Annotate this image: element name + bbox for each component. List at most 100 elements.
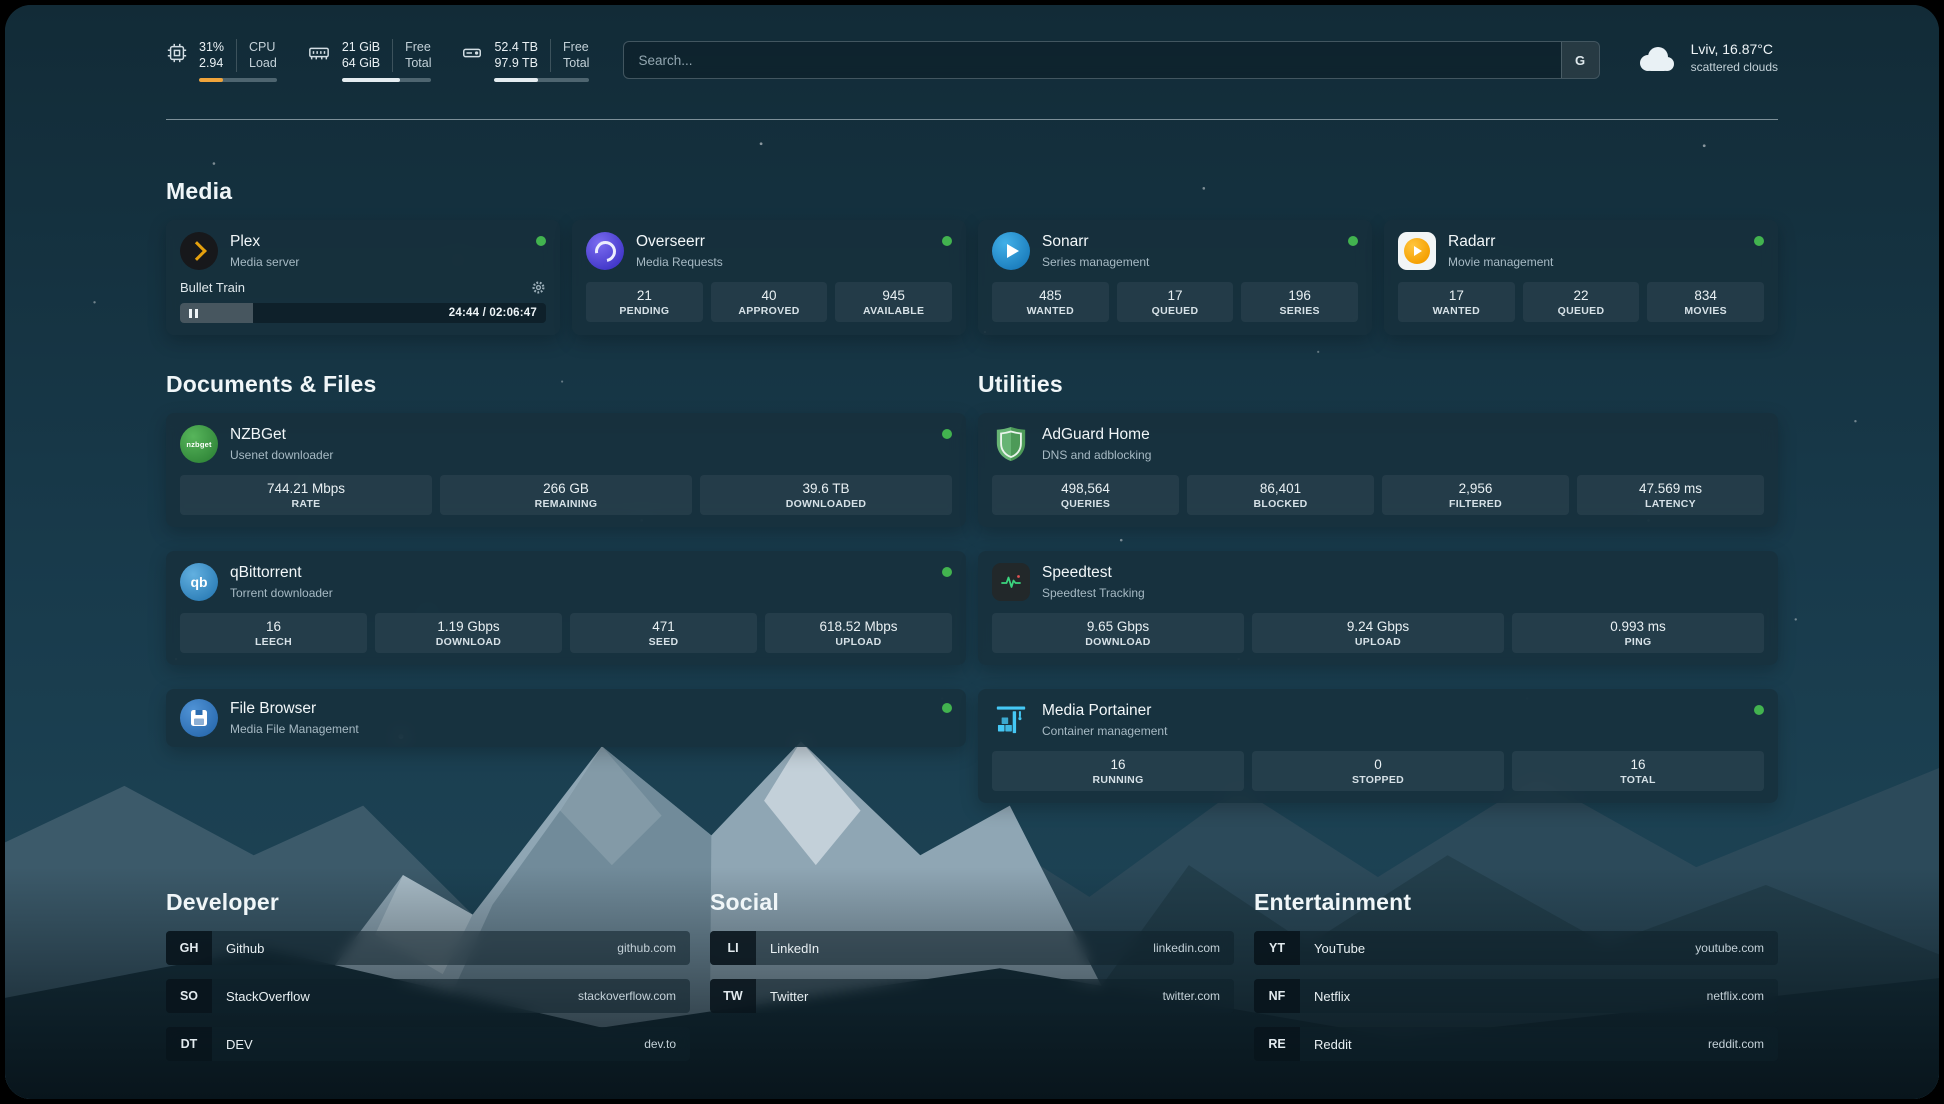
app-subtitle-speedtest: Speedtest Tracking xyxy=(1042,586,1764,600)
status-dot-filebrowser xyxy=(942,703,952,713)
stat-value: 0.993 ms xyxy=(1516,619,1760,634)
status-dot-portainer xyxy=(1754,705,1764,715)
cpu-icon xyxy=(166,42,188,64)
ram-label-top: Free xyxy=(405,39,431,55)
bookmark-group-developer: Developer GH Github github.com SO StackO… xyxy=(166,889,690,1075)
stat-value: 22 xyxy=(1527,288,1636,303)
stat-value: 945 xyxy=(839,288,948,303)
stat-leech: 16 LEECH xyxy=(180,613,367,653)
weather-location-temp: Lviv, 16.87°C xyxy=(1691,41,1778,57)
overseerr-icon xyxy=(586,232,624,270)
bookmark-url: netflix.com xyxy=(1707,989,1764,1003)
app-card-sonarr[interactable]: Sonarr Series management 485 WANTED 17 Q… xyxy=(978,220,1372,335)
bookmark-stackoverflow[interactable]: SO StackOverflow stackoverflow.com xyxy=(166,979,690,1013)
status-dot-qbittorrent xyxy=(942,567,952,577)
app-subtitle-radarr: Movie management xyxy=(1448,255,1742,269)
bookmark-dev[interactable]: DT DEV dev.to xyxy=(166,1027,690,1061)
linkedin-icon: LI xyxy=(710,931,756,965)
filebrowser-icon xyxy=(180,699,218,737)
app-card-speedtest[interactable]: Speedtest Speedtest Tracking 9.65 Gbps D… xyxy=(978,551,1778,665)
stat-value: 47.569 ms xyxy=(1581,481,1760,496)
stat-label: PING xyxy=(1516,636,1760,648)
status-dot-plex xyxy=(536,236,546,246)
ram-icon xyxy=(307,42,331,64)
app-name-radarr: Radarr xyxy=(1448,233,1742,252)
cpu-usage-bar xyxy=(199,78,277,82)
stat-ping: 0.993 ms PING xyxy=(1512,613,1764,653)
stat-label: QUERIES xyxy=(996,498,1175,510)
app-card-portainer[interactable]: Media Portainer Container management 16 … xyxy=(978,689,1778,803)
stat-queued: 17 QUEUED xyxy=(1117,282,1234,322)
app-card-radarr[interactable]: Radarr Movie management 17 WANTED 22 QUE… xyxy=(1384,220,1778,335)
stat-blocked: 86,401 BLOCKED xyxy=(1187,475,1374,515)
app-name-speedtest: Speedtest xyxy=(1042,564,1764,583)
stat-value: 9.65 Gbps xyxy=(996,619,1240,634)
search-bar: G xyxy=(623,41,1599,79)
stat-wanted: 17 WANTED xyxy=(1398,282,1515,322)
bookmark-group-social: Social LI LinkedIn linkedin.com TW Twitt… xyxy=(710,889,1234,1075)
bookmark-linkedin[interactable]: LI LinkedIn linkedin.com xyxy=(710,931,1234,965)
gear-icon[interactable] xyxy=(531,280,546,295)
netflix-icon: NF xyxy=(1254,979,1300,1013)
stat-label: UPLOAD xyxy=(769,636,948,648)
stat-downloaded: 39.6 TB DOWNLOADED xyxy=(700,475,952,515)
stat-label: WANTED xyxy=(996,305,1105,317)
stat-value: 17 xyxy=(1121,288,1230,303)
plex-progress-bar: 24:44 / 02:06:47 xyxy=(180,303,546,323)
stat-value: 2,956 xyxy=(1386,481,1565,496)
stat-value: 1.19 Gbps xyxy=(379,619,558,634)
stat-value: 16 xyxy=(996,757,1240,772)
bookmark-url: twitter.com xyxy=(1163,989,1220,1003)
stat-available: 945 AVAILABLE xyxy=(835,282,952,322)
bookmark-url: youtube.com xyxy=(1695,941,1764,955)
stat-stopped: 0 STOPPED xyxy=(1252,751,1504,791)
status-dot-sonarr xyxy=(1348,236,1358,246)
disk-widget: 52.4 TB 97.9 TB Free Total xyxy=(461,39,589,82)
stat-value: 9.24 Gbps xyxy=(1256,619,1500,634)
bookmark-youtube[interactable]: YT YouTube youtube.com xyxy=(1254,931,1778,965)
github-icon: GH xyxy=(166,931,212,965)
bookmark-url: stackoverflow.com xyxy=(578,989,676,1003)
bookmark-twitter[interactable]: TW Twitter twitter.com xyxy=(710,979,1234,1013)
cpu-widget: 31% 2.94 CPU Load xyxy=(166,39,277,82)
stat-download: 1.19 Gbps DOWNLOAD xyxy=(375,613,562,653)
section-documents: Documents & Files nzbget NZBGet Usenet d… xyxy=(166,371,966,827)
pause-icon[interactable] xyxy=(189,309,198,318)
reddit-icon: RE xyxy=(1254,1027,1300,1061)
bookmark-github[interactable]: GH Github github.com xyxy=(166,931,690,965)
cpu-usage-value: 31% xyxy=(199,39,224,55)
bookmark-name: YouTube xyxy=(1314,941,1365,956)
app-subtitle-qbittorrent: Torrent downloader xyxy=(230,586,930,600)
section-title-entertainment: Entertainment xyxy=(1254,889,1778,916)
sonarr-icon xyxy=(992,232,1030,270)
section-title-social: Social xyxy=(710,889,1234,916)
section-utilities: Utilities AdGuard Home DNS and xyxy=(978,371,1778,827)
section-title-media: Media xyxy=(166,178,1778,205)
stat-pending: 21 PENDING xyxy=(586,282,703,322)
stat-value: 17 xyxy=(1402,288,1511,303)
radarr-icon xyxy=(1398,232,1436,270)
stat-approved: 40 APPROVED xyxy=(711,282,828,322)
bookmark-reddit[interactable]: RE Reddit reddit.com xyxy=(1254,1027,1778,1061)
app-card-filebrowser[interactable]: File Browser Media File Management xyxy=(166,689,966,747)
cloud-icon xyxy=(1634,43,1678,73)
playback-time: 24:44 / 02:06:47 xyxy=(449,307,537,319)
stat-value: 834 xyxy=(1651,288,1760,303)
app-card-adguard[interactable]: AdGuard Home DNS and adblocking 498,564 … xyxy=(978,413,1778,527)
media-grid: Plex Media server Bullet Train xyxy=(166,220,1778,335)
app-card-qbittorrent[interactable]: qb qBittorrent Torrent downloader 16 LEE… xyxy=(166,551,966,665)
bookmark-name: LinkedIn xyxy=(770,941,819,956)
search-engine-button[interactable]: G xyxy=(1561,42,1599,78)
app-card-plex[interactable]: Plex Media server Bullet Train xyxy=(166,220,560,335)
bookmark-netflix[interactable]: NF Netflix netflix.com xyxy=(1254,979,1778,1013)
app-card-overseerr[interactable]: Overseerr Media Requests 21 PENDING 40 A… xyxy=(572,220,966,335)
search-input[interactable] xyxy=(624,42,1560,78)
stat-label: UPLOAD xyxy=(1256,636,1500,648)
section-media: Media Plex Media server Bullet Train xyxy=(166,178,1778,335)
stat-filtered: 2,956 FILTERED xyxy=(1382,475,1569,515)
stat-label: RATE xyxy=(184,498,428,510)
app-card-nzbget[interactable]: nzbget NZBGet Usenet downloader 744.21 M… xyxy=(166,413,966,527)
stat-label: SERIES xyxy=(1245,305,1354,317)
section-title-documents: Documents & Files xyxy=(166,371,966,398)
stat-running: 16 RUNNING xyxy=(992,751,1244,791)
